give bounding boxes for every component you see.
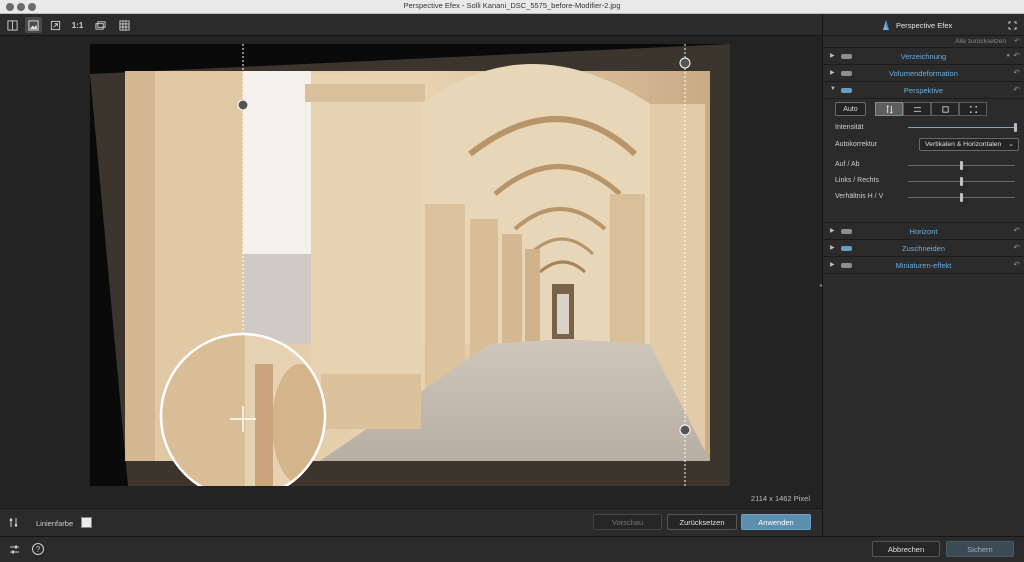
ratio-slider-knob[interactable] <box>960 193 963 202</box>
autocorrection-value: Vertikalen & Horizontalen <box>925 141 1002 148</box>
cancel-button[interactable]: Abbrechen <box>872 541 940 557</box>
panel-header: Perspective Efex <box>823 14 1024 36</box>
image-stage[interactable] <box>90 44 730 486</box>
save-button[interactable]: Sichern <box>946 541 1014 557</box>
image-size-info: 2114 x 1462 Pixel <box>750 494 810 503</box>
reset-icon[interactable]: ↶ <box>1013 85 1020 94</box>
compare-button[interactable] <box>92 17 109 33</box>
line-color-label: Linienfarbe <box>36 519 74 528</box>
left-right-slider-knob[interactable] <box>960 177 963 186</box>
mode-horizontal-button[interactable] <box>903 102 931 116</box>
ratio-label: Verhältnis H / V <box>835 193 884 200</box>
reset-all-link[interactable]: Alle zurücksetzen <box>955 38 1006 45</box>
grid-icon <box>119 19 130 31</box>
status-bar: ? Abbrechen Sichern <box>0 536 1024 562</box>
section-miniaturen[interactable]: ▶ Miniaturen-effekt ↶ <box>823 257 1024 274</box>
four-points-icon <box>969 105 977 113</box>
adjustments-panel: Perspective Efex Alle zurücksetzen ↶ ▶ V… <box>822 14 1024 536</box>
intensity-slider-track[interactable] <box>908 127 1015 128</box>
layers-icon <box>95 20 106 30</box>
left-right-label: Links / Rechts <box>835 177 879 184</box>
action-bar: Linienfarbe Vorschau Zurücksetzen Anwend… <box>0 508 822 536</box>
section-title: Horizont <box>909 227 938 236</box>
reset-button[interactable]: Zurücksetzen <box>667 514 737 530</box>
autocorrection-select[interactable]: Vertikalen & Horizontalen ⌄ <box>919 138 1019 151</box>
section-volumendeformation[interactable]: ▶ Volumendeformation ↶ <box>823 65 1024 82</box>
reset-all-icon[interactable]: ↶ <box>1014 37 1020 45</box>
reset-icon[interactable]: ↶ <box>1013 260 1020 269</box>
chevron-down-icon: ⌄ <box>1008 141 1014 148</box>
panel-title: Perspective Efex <box>896 21 953 30</box>
vertical-lines-icon <box>885 104 893 114</box>
section-title: Verzeichnung <box>900 52 947 61</box>
reset-icon[interactable]: ↶ <box>1013 51 1020 60</box>
split-view-icon <box>7 19 18 31</box>
up-down-label: Auf / Ab <box>835 161 860 168</box>
section-verzeichnung[interactable]: ▶ Verzeichnung ● ↶ <box>823 48 1024 65</box>
single-view-button[interactable] <box>25 17 42 33</box>
one-to-one-label: 1:1 <box>71 20 84 30</box>
line-color-swatch[interactable] <box>81 517 92 528</box>
window-title: Perspective Efex - Solli Kanani_DSC_5575… <box>403 1 621 10</box>
mode-free-button[interactable] <box>959 102 987 116</box>
app-window: Perspective Efex - Solli Kanani_DSC_5575… <box>0 0 1024 562</box>
auto-button[interactable]: Auto <box>835 102 866 116</box>
settings-sliders-icon[interactable] <box>9 544 20 555</box>
section-title: Zuschneiden <box>902 244 945 253</box>
rectangle-icon <box>941 105 949 113</box>
fit-screen-icon <box>50 20 61 30</box>
reset-icon[interactable]: ↶ <box>1013 68 1020 77</box>
section-perspektive[interactable]: ▼ Perspektive ↶ <box>823 82 1024 99</box>
horizontal-lines-icon <box>913 106 921 112</box>
mode-vertical-button[interactable] <box>875 102 903 116</box>
split-view-button[interactable] <box>4 17 21 33</box>
intensity-label: Intensität <box>835 124 864 131</box>
fit-screen-button[interactable] <box>47 17 64 33</box>
view-toolbar: 1:1 <box>0 14 822 36</box>
section-title: Perspektive <box>903 86 944 95</box>
image-canvas[interactable]: 2114 x 1462 Pixel <box>0 36 822 508</box>
apply-button[interactable]: Anwenden <box>741 514 811 530</box>
section-zuschneiden[interactable]: ▶ Zuschneiden ↶ <box>823 240 1024 257</box>
photo-preview <box>90 44 730 486</box>
section-horizont[interactable]: ▶ Horizont ↶ <box>823 223 1024 240</box>
perspective-efex-logo-icon <box>883 20 889 30</box>
section-title: Miniaturen-effekt <box>895 261 952 270</box>
reset-icon[interactable]: ↶ <box>1013 226 1020 235</box>
section-title: Volumendeformation <box>889 69 958 78</box>
autocorrection-label: Autokorrektur <box>835 141 878 148</box>
fullscreen-icon[interactable] <box>1008 21 1017 30</box>
info-icon[interactable]: ● <box>1006 53 1010 59</box>
preview-button[interactable]: Vorschau <box>593 514 662 530</box>
mode-rectangle-button[interactable] <box>931 102 959 116</box>
help-icon[interactable]: ? <box>32 543 44 555</box>
up-down-slider-knob[interactable] <box>960 161 963 170</box>
grid-button[interactable] <box>116 17 133 33</box>
intensity-slider-knob[interactable] <box>1014 123 1017 132</box>
guide-lines-icon[interactable] <box>8 517 19 528</box>
title-bar: Perspective Efex - Solli Kanani_DSC_5575… <box>0 0 1024 14</box>
actual-size-button[interactable]: 1:1 <box>69 17 86 33</box>
perspective-controls: Auto Intensität Autokorrektur Vertikalen… <box>823 99 1024 223</box>
reset-icon[interactable]: ↶ <box>1013 243 1020 252</box>
image-icon <box>28 19 39 31</box>
reset-all-row: Alle zurücksetzen ↶ <box>823 36 1024 48</box>
